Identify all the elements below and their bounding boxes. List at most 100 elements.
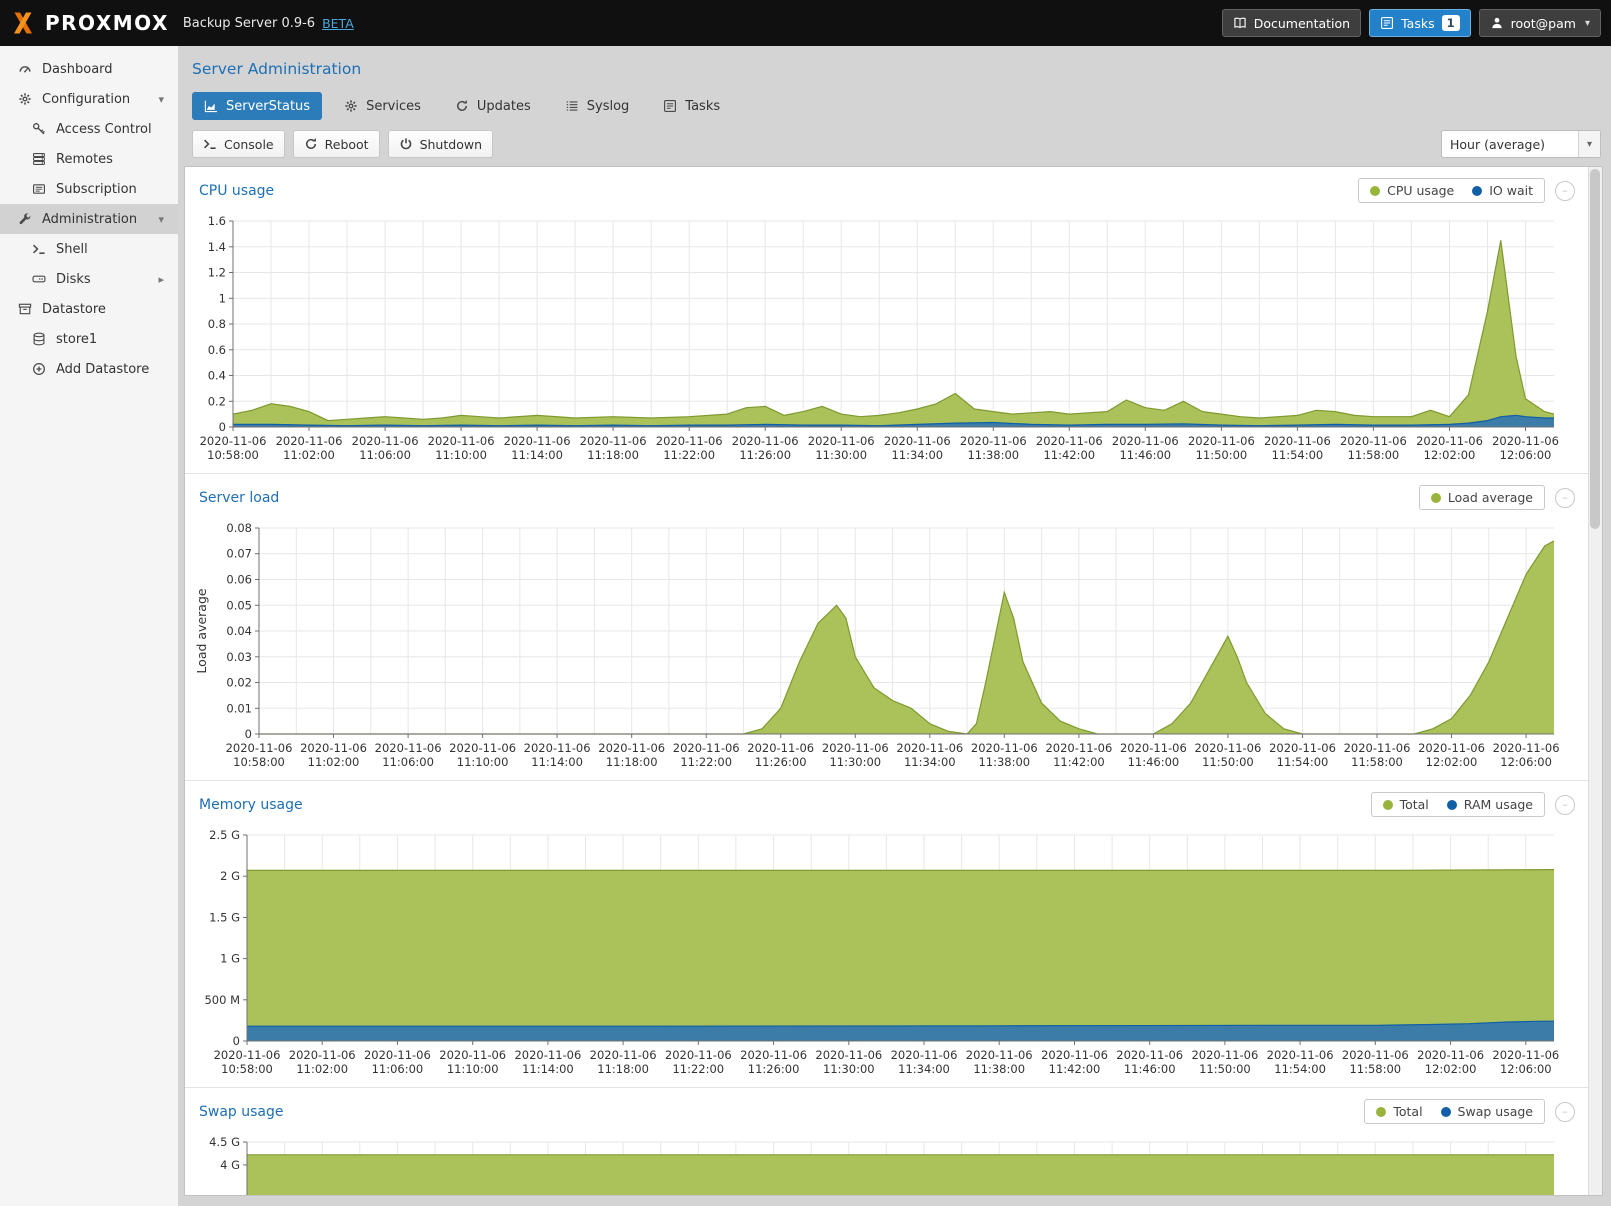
svg-text:11:10:00: 11:10:00 <box>435 448 487 462</box>
svg-text:Load average: Load average <box>194 588 209 673</box>
legend-dot-icon <box>1472 186 1482 196</box>
svg-text:1.4: 1.4 <box>208 240 226 254</box>
user-menu-button[interactable]: root@pam ▾ <box>1479 9 1601 37</box>
svg-text:12:06:00: 12:06:00 <box>1500 755 1552 769</box>
collapse-chart-icon[interactable] <box>1555 1102 1575 1122</box>
scrollbar-thumb[interactable] <box>1590 169 1600 529</box>
svg-text:11:26:00: 11:26:00 <box>739 448 791 462</box>
tab-syslog[interactable]: Syslog <box>553 92 642 120</box>
svg-text:11:18:00: 11:18:00 <box>606 755 658 769</box>
svg-text:11:46:00: 11:46:00 <box>1124 1062 1176 1076</box>
sidebar-item-disks[interactable]: Disks▸ <box>0 264 178 294</box>
svg-text:11:38:00: 11:38:00 <box>967 448 1019 462</box>
svg-text:500 M: 500 M <box>204 993 240 1007</box>
collapse-chart-icon[interactable] <box>1555 488 1575 508</box>
sidebar-item-remotes[interactable]: Remotes <box>0 144 178 174</box>
sidebar-item-datastore[interactable]: Datastore <box>0 294 178 324</box>
sidebar-item-label: Subscription <box>56 182 137 197</box>
tab-tasks[interactable]: Tasks <box>651 92 732 120</box>
prompt-icon <box>30 242 48 256</box>
svg-text:2020-11-06: 2020-11-06 <box>1269 741 1336 755</box>
collapse-chart-icon[interactable] <box>1555 181 1575 201</box>
svg-text:2020-11-06: 2020-11-06 <box>740 1048 807 1062</box>
svg-text:2020-11-06: 2020-11-06 <box>524 741 591 755</box>
chart-plot: 4.5 G4 G2020-11-0610:58:002020-11-0611:0… <box>193 1132 1581 1195</box>
time-range-select[interactable]: Hour (average) ▾ <box>1441 130 1601 158</box>
svg-text:2020-11-06: 2020-11-06 <box>1194 741 1261 755</box>
svg-text:2020-11-06: 2020-11-06 <box>504 434 571 448</box>
svg-text:11:02:00: 11:02:00 <box>296 1062 348 1076</box>
svg-text:1.6: 1.6 <box>208 214 226 228</box>
power-icon <box>399 137 413 151</box>
hdd-icon <box>30 272 48 286</box>
legend-dot-icon <box>1376 1107 1386 1117</box>
svg-text:2020-11-06: 2020-11-06 <box>1493 741 1560 755</box>
svg-text:2020-11-06: 2020-11-06 <box>1264 434 1331 448</box>
svg-text:11:18:00: 11:18:00 <box>587 448 639 462</box>
sidebar-item-add-datastore[interactable]: Add Datastore <box>0 354 178 384</box>
svg-text:2020-11-06: 2020-11-06 <box>375 741 442 755</box>
svg-text:2020-11-06: 2020-11-06 <box>439 1048 506 1062</box>
sidebar-item-label: Add Datastore <box>56 362 149 377</box>
svg-text:11:46:00: 11:46:00 <box>1128 755 1180 769</box>
svg-text:11:58:00: 11:58:00 <box>1349 1062 1401 1076</box>
svg-text:4 G: 4 G <box>220 1158 240 1172</box>
documentation-button[interactable]: Documentation <box>1222 9 1361 37</box>
chart-header: CPU usageCPU usageIO wait <box>193 173 1581 211</box>
time-range-value: Hour (average) <box>1442 131 1578 157</box>
svg-text:2020-11-06: 2020-11-06 <box>1418 741 1485 755</box>
console-button[interactable]: Console <box>192 130 285 158</box>
shutdown-button[interactable]: Shutdown <box>388 130 493 158</box>
svg-text:11:38:00: 11:38:00 <box>973 1062 1025 1076</box>
chart-plot: 2.5 G2 G1.5 G1 G500 M02020-11-0610:58:00… <box>193 825 1581 1085</box>
reboot-button[interactable]: Reboot <box>293 130 380 158</box>
svg-text:11:58:00: 11:58:00 <box>1348 448 1400 462</box>
charts: CPU usageCPU usageIO wait1.61.41.210.80.… <box>185 167 1589 1195</box>
collapse-chart-icon[interactable] <box>1555 795 1575 815</box>
svg-text:12:02:00: 12:02:00 <box>1426 755 1478 769</box>
svg-text:0.06: 0.06 <box>226 573 252 587</box>
tasklist-icon <box>663 99 677 113</box>
sidebar-item-dashboard[interactable]: Dashboard <box>0 54 178 84</box>
caret-down-icon: ▾ <box>158 93 164 106</box>
refresh-icon <box>455 99 469 113</box>
toolbar: Console Reboot Shutdown Hour (average) ▾ <box>192 130 1601 158</box>
vertical-scrollbar[interactable] <box>1588 167 1602 1195</box>
sidebar-item-store1[interactable]: store1 <box>0 324 178 354</box>
tab-label: Services <box>366 99 421 114</box>
sidebar-item-configuration[interactable]: Configuration▾ <box>0 84 178 114</box>
svg-text:10:58:00: 10:58:00 <box>233 755 285 769</box>
svg-text:12:06:00: 12:06:00 <box>1500 448 1552 462</box>
sidebar-item-administration[interactable]: Administration▾ <box>0 204 178 234</box>
tasks-button[interactable]: Tasks 1 <box>1369 9 1471 37</box>
page-title: Server Administration <box>192 60 1603 78</box>
documentation-label: Documentation <box>1254 16 1350 31</box>
svg-text:2020-11-06: 2020-11-06 <box>1112 434 1179 448</box>
svg-text:11:34:00: 11:34:00 <box>898 1062 950 1076</box>
svg-text:2020-11-06: 2020-11-06 <box>1492 434 1559 448</box>
gauge-icon <box>16 62 34 76</box>
svg-text:2020-11-06: 2020-11-06 <box>884 434 951 448</box>
svg-text:0.01: 0.01 <box>226 701 252 715</box>
svg-text:11:54:00: 11:54:00 <box>1277 755 1329 769</box>
sidebar-item-shell[interactable]: Shell <box>0 234 178 264</box>
server-icon <box>30 152 48 166</box>
svg-text:11:50:00: 11:50:00 <box>1196 448 1248 462</box>
legend-entry-io-wait: IO wait <box>1472 183 1533 198</box>
svg-text:12:06:00: 12:06:00 <box>1500 1062 1552 1076</box>
svg-text:2020-11-06: 2020-11-06 <box>891 1048 958 1062</box>
tab-serverstatus[interactable]: ServerStatus <box>192 92 322 120</box>
topbar: PROXMOX Backup Server 0.9-6 BETA Documen… <box>0 0 1611 46</box>
beta-link[interactable]: BETA <box>322 16 354 31</box>
svg-text:11:30:00: 11:30:00 <box>823 1062 875 1076</box>
svg-text:11:50:00: 11:50:00 <box>1202 755 1254 769</box>
tab-label: ServerStatus <box>226 99 310 114</box>
tab-updates[interactable]: Updates <box>443 92 543 120</box>
sidebar-item-subscription[interactable]: Subscription <box>0 174 178 204</box>
svg-text:0.04: 0.04 <box>226 624 252 638</box>
svg-text:11:14:00: 11:14:00 <box>511 448 563 462</box>
tab-label: Updates <box>477 99 531 114</box>
tab-services[interactable]: Services <box>332 92 433 120</box>
sidebar-item-access-control[interactable]: Access Control <box>0 114 178 144</box>
svg-text:2020-11-06: 2020-11-06 <box>1340 434 1407 448</box>
